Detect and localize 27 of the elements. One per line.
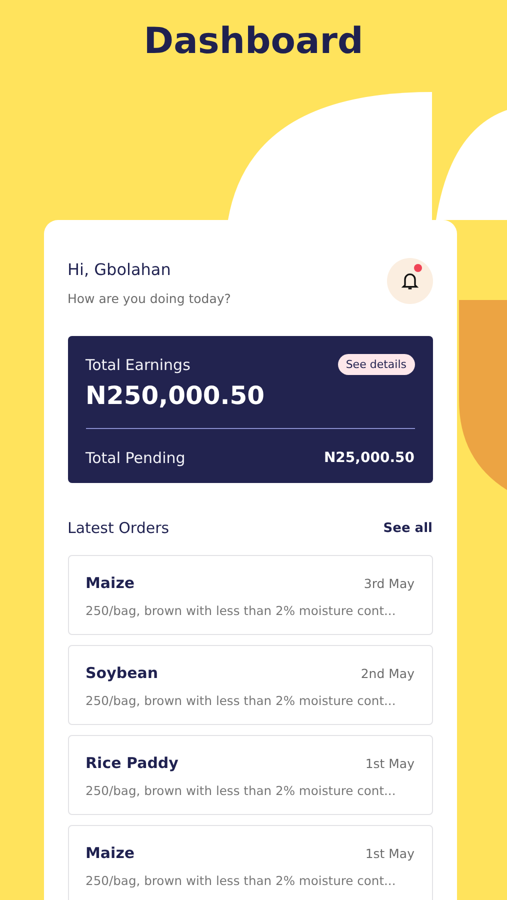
pending-label: Total Pending bbox=[86, 449, 186, 467]
order-description: 250/bag, brown with less than 2% moisture cont... bbox=[86, 784, 397, 798]
order-date: 1st May bbox=[365, 846, 414, 860]
order-name: Rice Paddy bbox=[86, 754, 178, 772]
order-date: 1st May bbox=[365, 756, 414, 770]
order-name: Maize bbox=[86, 844, 135, 862]
notification-button[interactable] bbox=[386, 258, 432, 304]
order-description: 250/bag, brown with less than 2% moisture cont... bbox=[86, 604, 397, 618]
greeting-subtitle: How are you doing today? bbox=[68, 291, 231, 306]
order-name: Maize bbox=[86, 574, 135, 592]
order-name: Soybean bbox=[86, 664, 158, 682]
earnings-label: Total Earnings bbox=[86, 356, 190, 374]
order-description: 250/bag, brown with less than 2% moisture cont... bbox=[86, 694, 397, 708]
see-details-button[interactable]: See details bbox=[338, 354, 414, 375]
order-date: 3rd May bbox=[364, 576, 414, 590]
earnings-amount: N250,000.50 bbox=[86, 381, 266, 410]
order-card[interactable]: Rice Paddy 1st May 250/bag, brown with less than 2% moisture cont... bbox=[68, 735, 432, 815]
page-title: Dashboard bbox=[144, 20, 364, 64]
order-card[interactable]: Maize 1st May 250/bag, brown with less than 2% moisture cont... bbox=[68, 825, 432, 900]
order-card[interactable]: Maize 3rd May 250/bag, brown with less than 2% moisture cont... bbox=[68, 555, 432, 635]
see-all-link[interactable]: See all bbox=[383, 520, 432, 536]
pending-amount: N25,000.50 bbox=[324, 450, 414, 466]
order-card[interactable]: Soybean 2nd May 250/bag, brown with less than 2% moisture cont... bbox=[68, 645, 432, 725]
order-date: 2nd May bbox=[360, 666, 414, 680]
greeting-title: Hi, Gbolahan bbox=[68, 260, 172, 279]
order-description: 250/bag, brown with less than 2% moisture cont... bbox=[86, 874, 397, 888]
section-title: Latest Orders bbox=[68, 519, 170, 537]
